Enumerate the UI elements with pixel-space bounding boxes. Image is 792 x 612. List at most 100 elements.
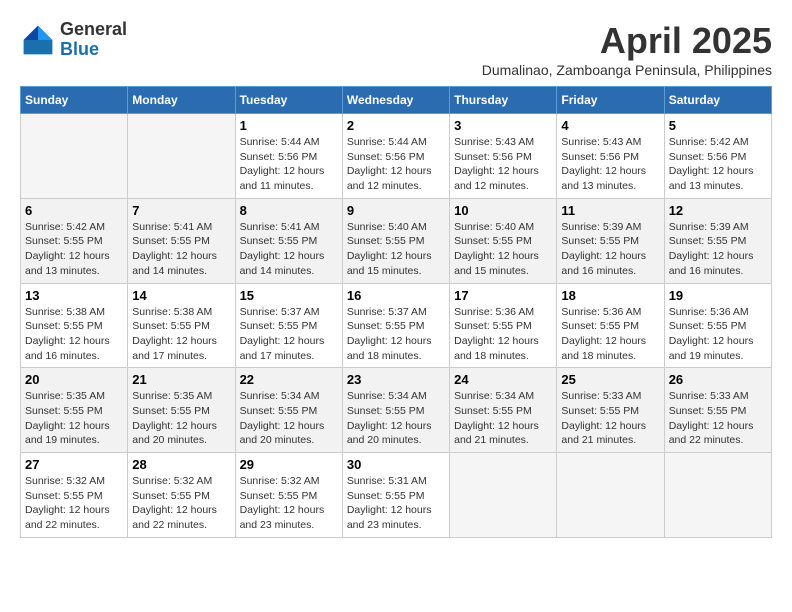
- column-header-monday: Monday: [128, 87, 235, 114]
- logo: General Blue: [20, 20, 127, 60]
- calendar-cell: 26 Sunrise: 5:33 AMSunset: 5:55 PMDayligh…: [664, 368, 771, 453]
- calendar-cell: 19 Sunrise: 5:36 AMSunset: 5:55 PMDayligh…: [664, 283, 771, 368]
- calendar-cell: 7 Sunrise: 5:41 AMSunset: 5:55 PMDaylight…: [128, 198, 235, 283]
- calendar-cell: 27 Sunrise: 5:32 AMSunset: 5:55 PMDayligh…: [21, 453, 128, 538]
- day-number: 1: [240, 118, 338, 133]
- calendar-cell: 12Sunrise: 5:39 AMSunset: 5:55 PMDayligh…: [664, 198, 771, 283]
- calendar-cell: 2 Sunrise: 5:44 AMSunset: 5:56 PMDaylight…: [342, 114, 449, 199]
- day-info: Sunrise: 5:31 AMSunset: 5:55 PMDaylight:…: [347, 474, 445, 533]
- day-info: Sunrise: 5:44 AMSunset: 5:56 PMDaylight:…: [240, 135, 338, 194]
- day-info: Sunrise: 5:42 AMSunset: 5:55 PMDaylight:…: [25, 220, 123, 279]
- day-info: Sunrise: 5:35 AMSunset: 5:55 PMDaylight:…: [132, 389, 230, 448]
- day-info: Sunrise: 5:40 AMSunset: 5:55 PMDaylight:…: [347, 220, 445, 279]
- day-number: 9: [347, 203, 445, 218]
- calendar-cell: 15 Sunrise: 5:37 AMSunset: 5:55 PMDayligh…: [235, 283, 342, 368]
- day-number: 3: [454, 118, 552, 133]
- calendar-cell: 13Sunrise: 5:38 AMSunset: 5:55 PMDayligh…: [21, 283, 128, 368]
- day-number: 17: [454, 288, 552, 303]
- day-number: 30: [347, 457, 445, 472]
- calendar-cell: 4 Sunrise: 5:43 AMSunset: 5:56 PMDaylight…: [557, 114, 664, 199]
- day-number: 15: [240, 288, 338, 303]
- day-number: 28: [132, 457, 230, 472]
- day-number: 21: [132, 372, 230, 387]
- calendar-cell: 20 Sunrise: 5:35 AMSunset: 5:55 PMDayligh…: [21, 368, 128, 453]
- title-section: April 2025 Dumalinao, Zamboanga Peninsul…: [482, 20, 772, 78]
- day-info: Sunrise: 5:33 AMSunset: 5:55 PMDaylight:…: [669, 389, 767, 448]
- calendar-week-5: 27 Sunrise: 5:32 AMSunset: 5:55 PMDayligh…: [21, 453, 772, 538]
- calendar-cell: 10 Sunrise: 5:40 AMSunset: 5:55 PMDayligh…: [450, 198, 557, 283]
- day-info: Sunrise: 5:36 AMSunset: 5:55 PMDaylight:…: [669, 305, 767, 364]
- logo-icon: [20, 22, 56, 58]
- calendar-week-2: 6 Sunrise: 5:42 AMSunset: 5:55 PMDaylight…: [21, 198, 772, 283]
- day-info: Sunrise: 5:39 AMSunset: 5:55 PMDaylight:…: [561, 220, 659, 279]
- day-info: Sunrise: 5:37 AMSunset: 5:55 PMDaylight:…: [347, 305, 445, 364]
- calendar-cell: [664, 453, 771, 538]
- calendar-cell: 24Sunrise: 5:34 AMSunset: 5:55 PMDayligh…: [450, 368, 557, 453]
- calendar-cell: 17Sunrise: 5:36 AMSunset: 5:55 PMDayligh…: [450, 283, 557, 368]
- day-info: Sunrise: 5:42 AMSunset: 5:56 PMDaylight:…: [669, 135, 767, 194]
- calendar-cell: [557, 453, 664, 538]
- column-header-saturday: Saturday: [664, 87, 771, 114]
- day-info: Sunrise: 5:41 AMSunset: 5:55 PMDaylight:…: [240, 220, 338, 279]
- day-number: 14: [132, 288, 230, 303]
- calendar-cell: 6 Sunrise: 5:42 AMSunset: 5:55 PMDaylight…: [21, 198, 128, 283]
- day-number: 23: [347, 372, 445, 387]
- logo-blue-text: Blue: [60, 40, 127, 60]
- calendar-cell: [450, 453, 557, 538]
- calendar-cell: 16 Sunrise: 5:37 AMSunset: 5:55 PMDayligh…: [342, 283, 449, 368]
- calendar-cell: 14 Sunrise: 5:38 AMSunset: 5:55 PMDayligh…: [128, 283, 235, 368]
- day-info: Sunrise: 5:37 AMSunset: 5:55 PMDaylight:…: [240, 305, 338, 364]
- calendar-cell: 30 Sunrise: 5:31 AMSunset: 5:55 PMDayligh…: [342, 453, 449, 538]
- day-number: 24: [454, 372, 552, 387]
- day-info: Sunrise: 5:38 AMSunset: 5:55 PMDaylight:…: [132, 305, 230, 364]
- day-info: Sunrise: 5:34 AMSunset: 5:55 PMDaylight:…: [347, 389, 445, 448]
- calendar-cell: [21, 114, 128, 199]
- calendar-cell: 25 Sunrise: 5:33 AMSunset: 5:55 PMDayligh…: [557, 368, 664, 453]
- column-header-wednesday: Wednesday: [342, 87, 449, 114]
- day-info: Sunrise: 5:34 AMSunset: 5:55 PMDaylight:…: [240, 389, 338, 448]
- calendar-cell: 22Sunrise: 5:34 AMSunset: 5:55 PMDayligh…: [235, 368, 342, 453]
- calendar-table: SundayMondayTuesdayWednesdayThursdayFrid…: [20, 86, 772, 538]
- day-info: Sunrise: 5:33 AMSunset: 5:55 PMDaylight:…: [561, 389, 659, 448]
- column-header-tuesday: Tuesday: [235, 87, 342, 114]
- day-info: Sunrise: 5:44 AMSunset: 5:56 PMDaylight:…: [347, 135, 445, 194]
- day-number: 20: [25, 372, 123, 387]
- day-number: 4: [561, 118, 659, 133]
- day-number: 29: [240, 457, 338, 472]
- page-header: General Blue April 2025 Dumalinao, Zambo…: [20, 20, 772, 78]
- day-number: 10: [454, 203, 552, 218]
- day-number: 13: [25, 288, 123, 303]
- day-info: Sunrise: 5:43 AMSunset: 5:56 PMDaylight:…: [561, 135, 659, 194]
- calendar-cell: 8 Sunrise: 5:41 AMSunset: 5:55 PMDaylight…: [235, 198, 342, 283]
- day-number: 7: [132, 203, 230, 218]
- month-title: April 2025: [482, 20, 772, 62]
- day-number: 19: [669, 288, 767, 303]
- day-info: Sunrise: 5:32 AMSunset: 5:55 PMDaylight:…: [240, 474, 338, 533]
- logo-general-text: General: [60, 20, 127, 40]
- day-number: 8: [240, 203, 338, 218]
- day-number: 2: [347, 118, 445, 133]
- day-info: Sunrise: 5:41 AMSunset: 5:55 PMDaylight:…: [132, 220, 230, 279]
- day-number: 16: [347, 288, 445, 303]
- day-number: 5: [669, 118, 767, 133]
- calendar-cell: 5 Sunrise: 5:42 AMSunset: 5:56 PMDaylight…: [664, 114, 771, 199]
- day-info: Sunrise: 5:40 AMSunset: 5:55 PMDaylight:…: [454, 220, 552, 279]
- calendar-cell: 9 Sunrise: 5:40 AMSunset: 5:55 PMDaylight…: [342, 198, 449, 283]
- day-number: 26: [669, 372, 767, 387]
- day-info: Sunrise: 5:32 AMSunset: 5:55 PMDaylight:…: [132, 474, 230, 533]
- column-header-thursday: Thursday: [450, 87, 557, 114]
- day-number: 11: [561, 203, 659, 218]
- calendar-cell: 3Sunrise: 5:43 AMSunset: 5:56 PMDaylight…: [450, 114, 557, 199]
- day-number: 27: [25, 457, 123, 472]
- location-subtitle: Dumalinao, Zamboanga Peninsula, Philippi…: [482, 62, 772, 78]
- day-info: Sunrise: 5:35 AMSunset: 5:55 PMDaylight:…: [25, 389, 123, 448]
- calendar-cell: 28 Sunrise: 5:32 AMSunset: 5:55 PMDayligh…: [128, 453, 235, 538]
- day-number: 25: [561, 372, 659, 387]
- calendar-week-3: 13 Sunrise: 5:38 AMSunset: 5:55 PMDayligh…: [21, 283, 772, 368]
- day-info: Sunrise: 5:39 AMSunset: 5:55 PMDaylight:…: [669, 220, 767, 279]
- column-header-friday: Friday: [557, 87, 664, 114]
- day-info: Sunrise: 5:32 AMSunset: 5:55 PMDaylight:…: [25, 474, 123, 533]
- calendar-cell: 11 Sunrise: 5:39 AMSunset: 5:55 PMDayligh…: [557, 198, 664, 283]
- day-number: 6: [25, 203, 123, 218]
- calendar-cell: 29 Sunrise: 5:32 AMSunset: 5:55 PMDayligh…: [235, 453, 342, 538]
